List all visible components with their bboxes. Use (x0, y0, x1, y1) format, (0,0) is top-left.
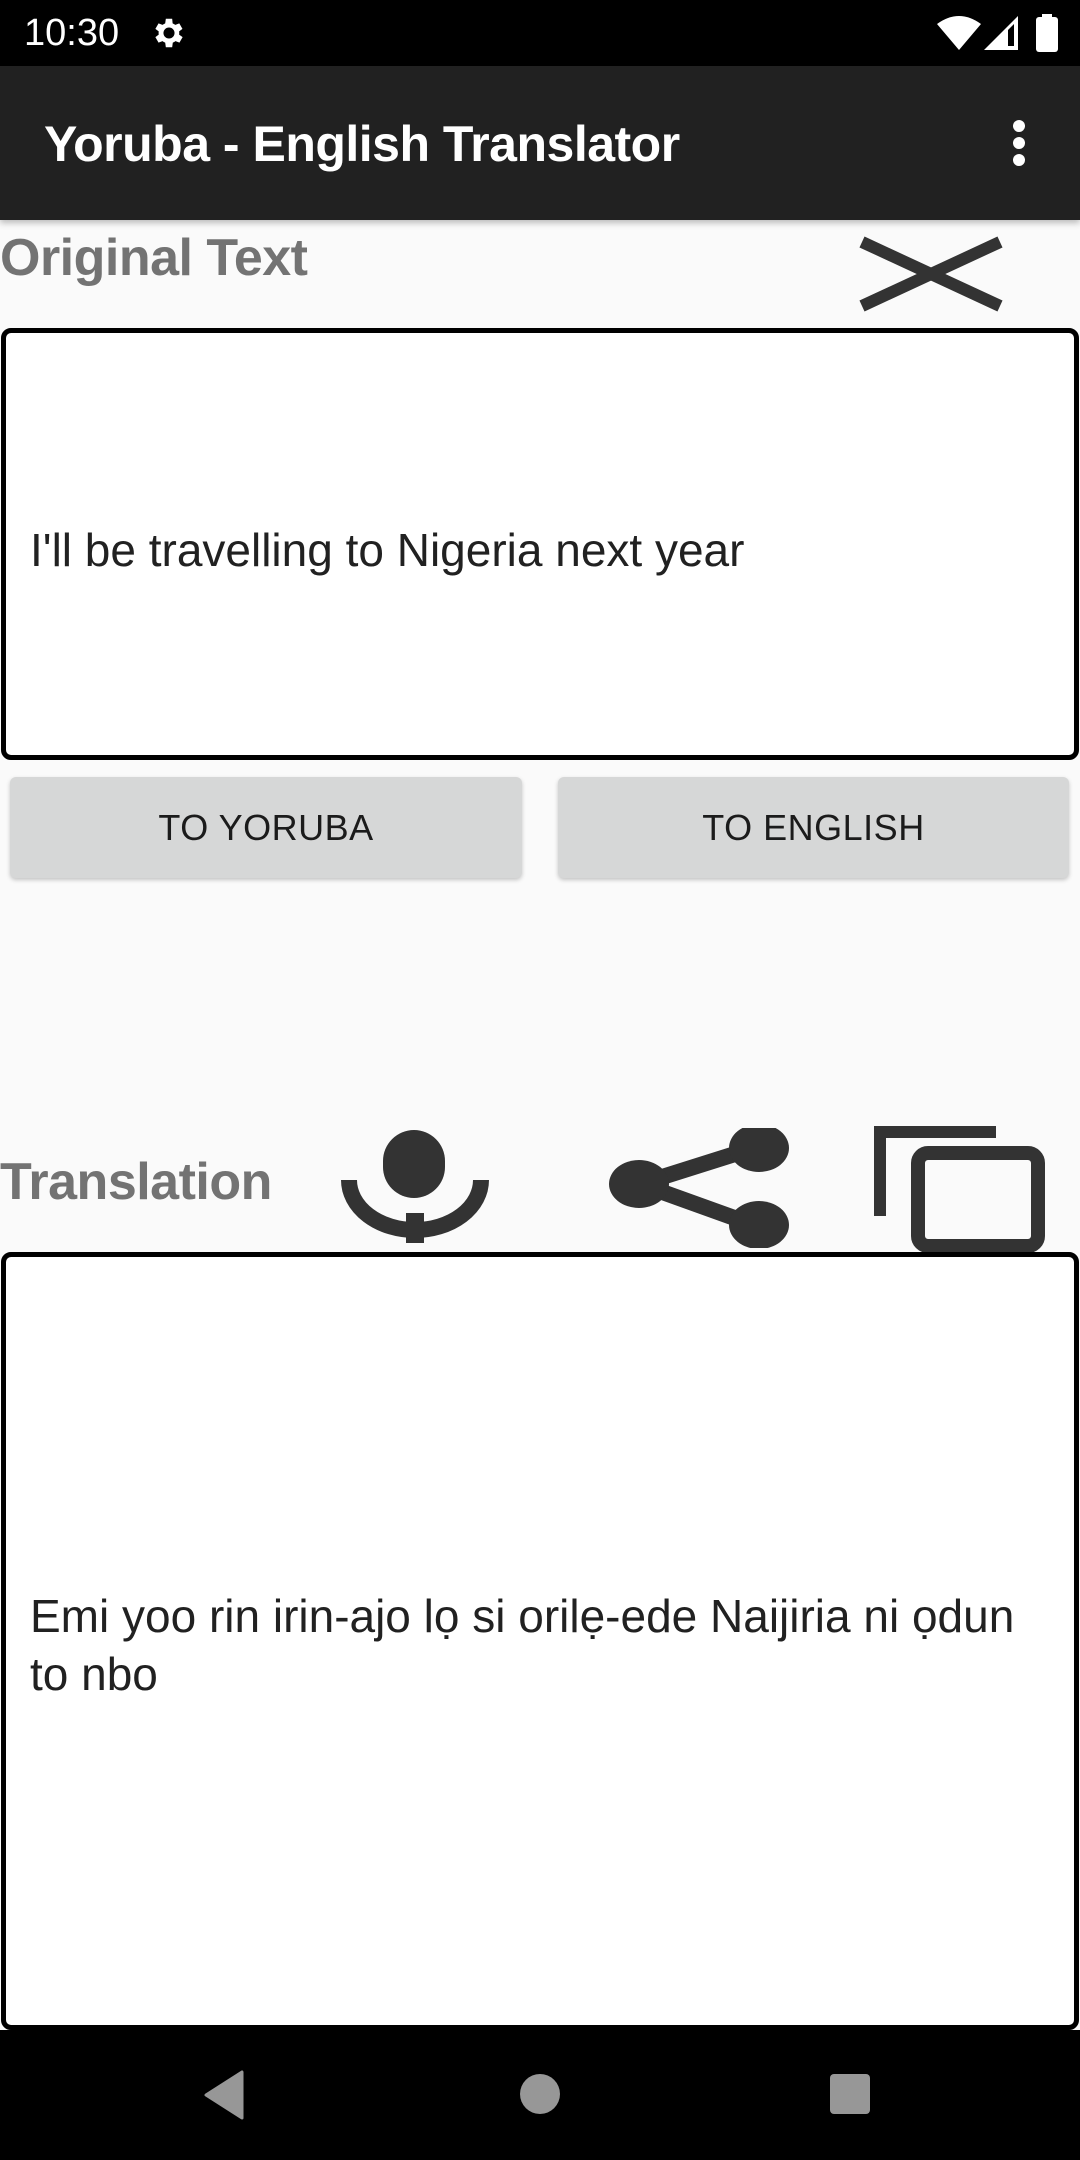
wifi-icon (937, 16, 981, 50)
translation-label: Translation (0, 1153, 272, 1211)
home-icon[interactable] (518, 2072, 562, 2116)
recents-icon[interactable] (828, 2072, 872, 2116)
translation-text-value: Emi yoo rin irin-ajo lọ si orilẹ-ede Nai… (30, 1590, 1015, 1700)
status-time: 10:30 (24, 12, 120, 54)
status-bar: 10:30 (0, 0, 1080, 66)
app-title: Yoruba - English Translator (44, 116, 680, 172)
microphone-icon[interactable] (340, 1128, 490, 1244)
to-yoruba-button[interactable]: TO YORUBA (10, 777, 522, 878)
battery-icon (1036, 14, 1058, 52)
copy-icon[interactable] (874, 1124, 1046, 1252)
back-icon[interactable] (200, 2070, 250, 2120)
original-text-input[interactable]: I'll be travelling to Nigeria next year (1, 328, 1079, 760)
settings-gear-icon (155, 18, 183, 48)
original-text-label: Original Text (0, 229, 308, 287)
cell-signal-icon (984, 16, 1018, 50)
clear-icon[interactable] (856, 236, 1006, 312)
more-options-icon[interactable] (996, 114, 1042, 176)
app-bar: Yoruba - English Translator (0, 66, 1080, 220)
translation-output[interactable]: Emi yoo rin irin-ajo lọ si orilẹ-ede Nai… (1, 1252, 1079, 2030)
share-icon[interactable] (604, 1128, 794, 1248)
to-english-button[interactable]: TO ENGLISH (558, 777, 1069, 878)
original-text-value: I'll be travelling to Nigeria next year (30, 524, 745, 576)
